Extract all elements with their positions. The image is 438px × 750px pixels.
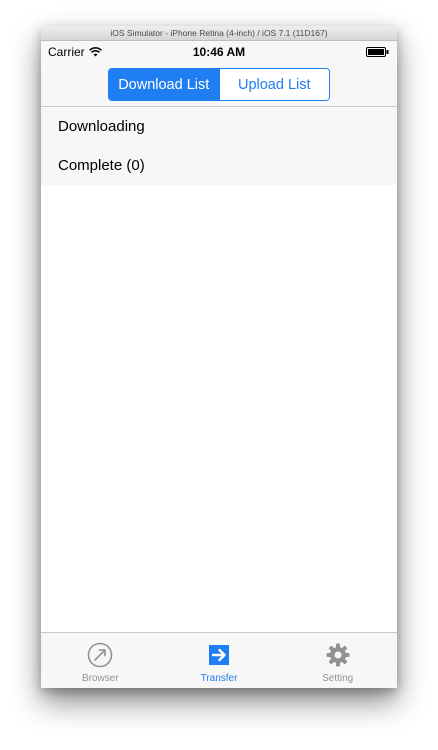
status-bar: Carrier 10:46 AM bbox=[41, 41, 397, 63]
simulator-title: iOS Simulator - iPhone Retina (4-inch) /… bbox=[41, 26, 397, 41]
segment-upload-list[interactable]: Upload List bbox=[218, 69, 329, 100]
battery-icon bbox=[366, 47, 389, 57]
segment-download-list[interactable]: Download List bbox=[109, 69, 219, 100]
transfer-arrow-icon bbox=[209, 645, 229, 665]
page: iOS Simulator - iPhone Retina (4-inch) /… bbox=[0, 0, 438, 750]
list-item-downloading[interactable]: Downloading bbox=[41, 107, 397, 146]
tab-transfer[interactable]: Transfer bbox=[160, 633, 279, 688]
transfer-list: Downloading Complete (0) bbox=[41, 107, 397, 185]
simulator-window: iOS Simulator - iPhone Retina (4-inch) /… bbox=[41, 26, 397, 688]
compass-icon bbox=[88, 642, 113, 668]
tab-label-setting: Setting bbox=[322, 673, 354, 684]
status-time: 10:46 AM bbox=[192, 45, 246, 59]
empty-content-area bbox=[41, 193, 397, 632]
tab-bar: Browser Transfer Setting bbox=[41, 632, 397, 688]
gear-icon bbox=[326, 643, 350, 667]
tab-browser[interactable]: Browser bbox=[41, 633, 160, 688]
tab-label-transfer: Transfer bbox=[200, 673, 238, 684]
tab-setting[interactable]: Setting bbox=[278, 633, 397, 688]
list-item-complete[interactable]: Complete (0) bbox=[41, 146, 397, 185]
navigation-bar: Download List Upload List bbox=[41, 63, 397, 107]
list-segmented-control: Download List Upload List bbox=[108, 68, 330, 101]
tab-label-browser: Browser bbox=[81, 673, 119, 684]
